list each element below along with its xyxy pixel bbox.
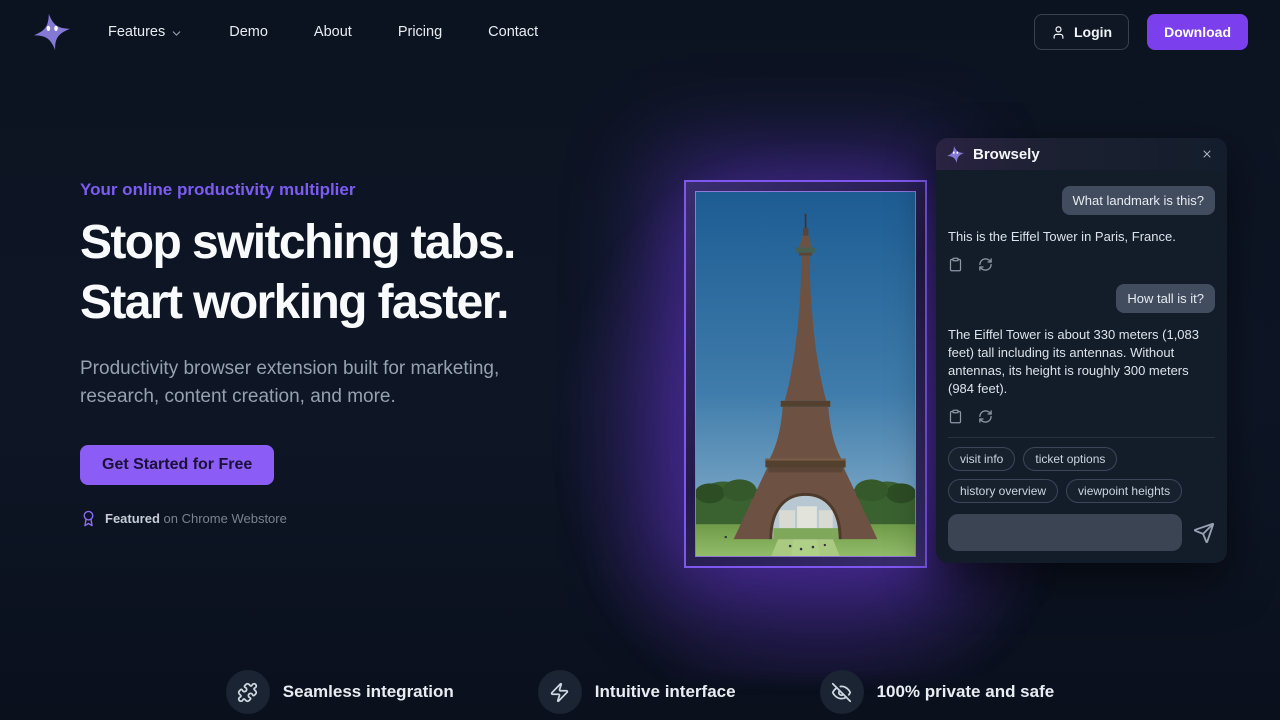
landing-page: Features Demo About Pricing Contact Logi… [0, 0, 1280, 720]
login-button[interactable]: Login [1034, 14, 1129, 50]
feature-strip: Seamless integration Intuitive interface… [0, 670, 1280, 714]
chat-panel: Browsely What landmark is this? This is … [936, 138, 1227, 563]
showcase-frame [684, 180, 927, 568]
nav-links: Features Demo About Pricing Contact [108, 24, 538, 40]
eiffel-tower-photo [695, 191, 916, 557]
eye-off-icon [820, 670, 864, 714]
copy-icon[interactable] [948, 257, 963, 272]
message-actions [948, 409, 1215, 424]
suggestion-chip[interactable]: ticket options [1023, 447, 1117, 471]
nav-item-pricing[interactable]: Pricing [398, 24, 442, 40]
nav-actions: Login Download [1034, 14, 1248, 50]
assistant-message: This is the Eiffel Tower in Paris, Franc… [948, 228, 1215, 246]
browsely-logo[interactable] [32, 12, 72, 52]
user-message: How tall is it? [1116, 284, 1215, 313]
nav-item-features[interactable]: Features [108, 24, 183, 40]
zap-icon [538, 670, 582, 714]
nav-item-demo[interactable]: Demo [229, 24, 268, 40]
chat-input[interactable] [948, 514, 1182, 551]
user-icon [1051, 25, 1066, 40]
featured-badge: Featured on Chrome Webstore [80, 510, 660, 527]
browsely-logo-small [946, 145, 965, 164]
feature-label: Intuitive interface [595, 682, 736, 702]
feature-item: Seamless integration [226, 670, 454, 714]
get-started-button[interactable]: Get Started for Free [80, 445, 274, 485]
nav-item-features-label: Features [108, 24, 165, 40]
chevron-down-icon [170, 27, 183, 40]
nav-item-contact[interactable]: Contact [488, 24, 538, 40]
download-button[interactable]: Download [1147, 14, 1248, 50]
puzzle-icon [226, 670, 270, 714]
hero-subtitle: Productivity browser extension built for… [80, 355, 560, 411]
award-icon [80, 510, 97, 527]
copy-icon[interactable] [948, 409, 963, 424]
hero-eyebrow: Your online productivity multiplier [80, 180, 660, 200]
close-icon[interactable] [1197, 144, 1217, 164]
feature-label: Seamless integration [283, 682, 454, 702]
feature-item: Intuitive interface [538, 670, 736, 714]
regenerate-icon[interactable] [978, 409, 993, 424]
chat-header: Browsely [936, 138, 1227, 170]
suggestion-chip[interactable]: history overview [948, 479, 1058, 503]
nav-item-about[interactable]: About [314, 24, 352, 40]
suggestion-chip[interactable]: viewpoint heights [1066, 479, 1182, 503]
chat-input-row [936, 503, 1227, 563]
top-nav: Features Demo About Pricing Contact Logi… [0, 0, 1280, 64]
chat-messages: What landmark is this? This is the Eiffe… [936, 170, 1227, 425]
suggestion-chips: visit info ticket options history overvi… [936, 438, 1227, 503]
user-message: What landmark is this? [1062, 186, 1216, 215]
hero-title: Stop switching tabs. Start working faste… [80, 213, 660, 333]
chat-title: Browsely [973, 146, 1040, 163]
assistant-message: The Eiffel Tower is about 330 meters (1,… [948, 326, 1215, 398]
send-icon[interactable] [1193, 522, 1215, 544]
regenerate-icon[interactable] [978, 257, 993, 272]
feature-label: 100% private and safe [877, 682, 1055, 702]
hero-section: Your online productivity multiplier Stop… [80, 180, 660, 527]
feature-item: 100% private and safe [820, 670, 1055, 714]
suggestion-chip[interactable]: visit info [948, 447, 1015, 471]
message-actions [948, 257, 1215, 272]
